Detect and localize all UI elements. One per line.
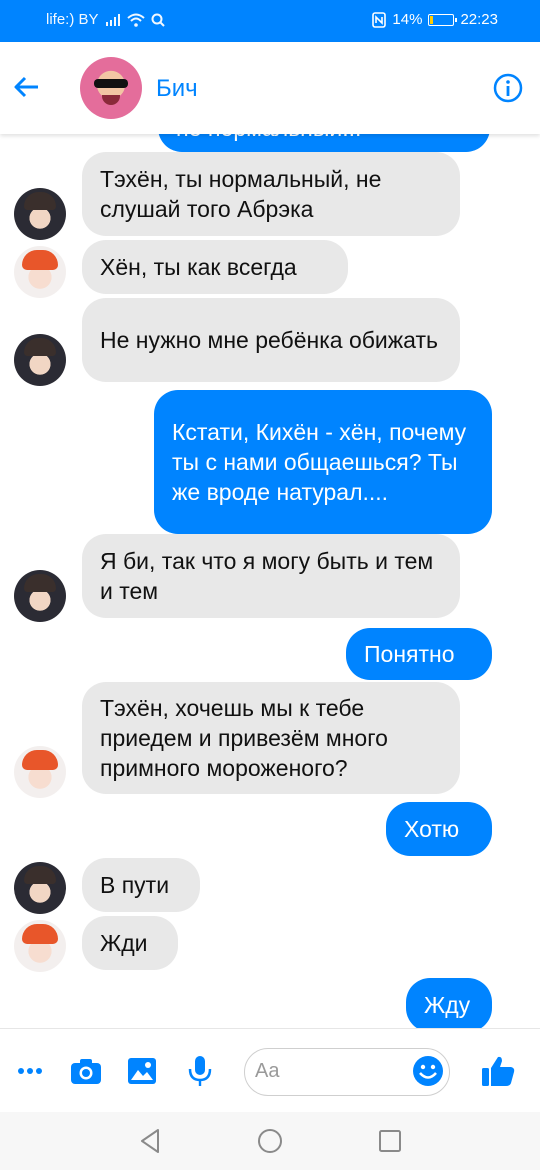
message-bubble-incoming[interactable]: Хён, ты как всегда <box>82 240 348 294</box>
camera-icon[interactable] <box>68 1053 104 1089</box>
message-bubble-incoming[interactable]: В пути <box>82 858 200 912</box>
message-input-box[interactable] <box>244 1048 450 1096</box>
message-bubble-outgoing[interactable]: Хотю <box>386 802 492 856</box>
message-text: Кстати, Кихён - хён, почему ты с нами об… <box>172 419 467 505</box>
message-bubble-outgoing[interactable]: не нормальный... <box>158 134 490 152</box>
message-bubble-outgoing[interactable]: Кстати, Кихён - хён, почему ты с нами об… <box>154 390 492 534</box>
conversation-header: Бич <box>0 42 540 134</box>
status-right: 14% 22:23 <box>372 11 498 28</box>
carrier-label: life:) BY <box>46 11 99 28</box>
info-circle-icon[interactable] <box>492 72 524 104</box>
message-text: Я би, так что я могу быть и тем и тем <box>100 548 434 604</box>
battery-percent: 14% <box>392 11 423 28</box>
message-bubble-outgoing[interactable]: Понятно <box>346 628 492 680</box>
message-text: Хотю <box>404 816 460 842</box>
sender-avatar[interactable] <box>14 246 66 298</box>
microphone-icon[interactable] <box>182 1053 218 1089</box>
message-text: Не нужно мне ребёнка обижать <box>100 327 438 353</box>
nfc-icon <box>372 11 387 28</box>
message-text: Жди <box>100 930 148 956</box>
message-text: Понятно <box>364 641 455 667</box>
sender-avatar[interactable] <box>14 920 66 972</box>
message-bubble-incoming[interactable]: Тэхён, хочешь мы к тебе приедем и привез… <box>82 682 460 794</box>
message-text: Хён, ты как всегда <box>100 254 297 280</box>
more-icon[interactable] <box>12 1053 48 1089</box>
battery-icon <box>428 13 458 26</box>
gallery-icon[interactable] <box>124 1053 160 1089</box>
clock: 22:23 <box>460 11 498 28</box>
message-bubble-outgoing[interactable]: Жду <box>406 978 492 1028</box>
status-bar: life:) BY 14% 22:23 <box>0 0 540 42</box>
status-left: life:) BY <box>46 11 165 28</box>
message-text: не нормальный... <box>176 134 361 143</box>
contact-avatar[interactable] <box>80 57 142 119</box>
back-triangle-icon[interactable] <box>136 1126 166 1156</box>
message-text: Тэхён, хочешь мы к тебе приедем и привез… <box>100 695 388 781</box>
sender-avatar[interactable] <box>14 862 66 914</box>
emoji-icon[interactable] <box>411 1054 445 1088</box>
message-bubble-incoming[interactable]: Тэхён, ты нормальный, не слушай того Абр… <box>82 152 460 236</box>
message-bubble-incoming[interactable]: Жди <box>82 916 178 970</box>
thumbs-up-icon[interactable] <box>480 1053 516 1089</box>
contact-name[interactable]: Бич <box>156 75 198 103</box>
message-composer <box>0 1028 540 1112</box>
message-bubble-incoming[interactable]: Я би, так что я могу быть и тем и тем <box>82 534 460 618</box>
search-icon <box>151 13 165 27</box>
system-nav-bar <box>0 1112 540 1170</box>
wifi-icon <box>126 13 145 27</box>
sender-avatar[interactable] <box>14 570 66 622</box>
message-text: В пути <box>100 872 170 898</box>
recents-square-icon[interactable] <box>375 1126 405 1156</box>
message-bubble-incoming[interactable]: Не нужно мне ребёнка обижать <box>82 298 460 382</box>
home-circle-icon[interactable] <box>255 1126 285 1156</box>
message-text: Жду <box>424 992 471 1018</box>
message-list[interactable]: не нормальный... Тэхён, ты нормальный, н… <box>0 134 540 1028</box>
message-input[interactable] <box>245 1049 405 1094</box>
sender-avatar[interactable] <box>14 334 66 386</box>
signal-icon <box>105 13 120 26</box>
sender-avatar[interactable] <box>14 188 66 240</box>
message-text: Тэхён, ты нормальный, не слушай того Абр… <box>100 166 382 222</box>
arrow-left-icon[interactable] <box>10 70 44 104</box>
sender-avatar[interactable] <box>14 746 66 798</box>
